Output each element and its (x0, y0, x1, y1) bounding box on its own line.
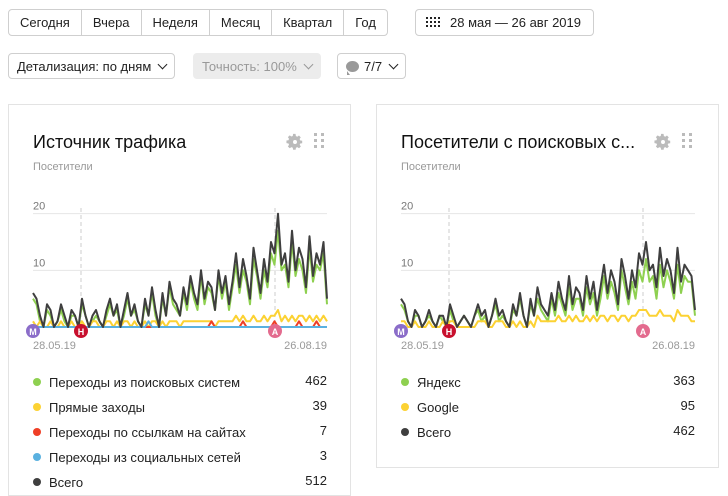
event-marker-label: Н (78, 327, 85, 337)
detail-label: Детализация: по дням (17, 58, 152, 74)
date-range-label: 28 мая — 26 авг 2019 (450, 15, 581, 30)
legend-label: Переходы из социальных сетей (49, 449, 241, 465)
event-marker-label: М (397, 327, 405, 337)
date-range-button[interactable]: 28 мая — 26 авг 2019 (415, 9, 594, 36)
period-tab[interactable]: Вчера (82, 10, 142, 35)
legend-value: 462 (673, 423, 695, 438)
y-tick-label: 10 (401, 257, 413, 269)
y-tick-label: 20 (401, 201, 413, 213)
legend-color-dot (33, 453, 41, 461)
legend-color-dot (33, 403, 41, 411)
legend-value: 512 (305, 473, 327, 488)
chevron-down-icon (388, 59, 399, 69)
chevron-down-icon (303, 59, 314, 69)
legend-color-dot (401, 428, 409, 436)
y-tick-label: 20 (33, 201, 45, 213)
series-line (400, 241, 696, 328)
x-tick-label: 26.08.19 (652, 340, 695, 352)
period-tab[interactable]: Квартал (272, 10, 345, 35)
legend-item[interactable]: Прямые заходы (33, 398, 145, 416)
event-marker-label: Н (446, 327, 453, 337)
legend-item[interactable]: Яндекс (401, 373, 461, 391)
legend-color-dot (33, 428, 41, 436)
event-marker-label: А (272, 327, 279, 337)
chevron-down-icon (157, 59, 168, 69)
annotations-dropdown[interactable]: 7/7 (337, 53, 407, 79)
legend-color-dot (401, 403, 409, 411)
legend-value: 7 (319, 423, 327, 438)
legend-value: 462 (305, 373, 327, 388)
period-tab[interactable]: Месяц (210, 10, 273, 35)
period-tab[interactable]: Сегодня (9, 10, 82, 35)
legend-color-dot (33, 378, 41, 386)
y-tick-label: 10 (33, 257, 45, 269)
traffic-source-widget: Источник трафика Посетители 10 20 М Н А 28.05… (8, 104, 351, 496)
legend-label: Яндекс (417, 374, 461, 390)
legend-item[interactable]: Переходы из социальных сетей (33, 448, 241, 466)
legend-item[interactable]: Всего (33, 473, 83, 491)
legend-item[interactable]: Переходы по ссылкам на сайтах (33, 423, 246, 441)
period-selector: Сегодня Вчера Неделя Месяц Квартал Год (8, 9, 388, 36)
calendar-icon (426, 16, 440, 29)
legend-item[interactable]: Google (401, 398, 459, 416)
detail-dropdown[interactable]: Детализация: по дням (8, 53, 176, 79)
legend-value: 39 (312, 398, 327, 413)
legend-item[interactable]: Переходы из поисковых систем (33, 373, 240, 391)
period-tab[interactable]: Неделя (142, 10, 210, 35)
search-visitors-widget: Посетители с поисковых с... Посетители 1… (376, 104, 719, 468)
legend-value: 363 (673, 373, 695, 388)
legend-label: Переходы по ссылкам на сайтах (49, 424, 246, 440)
legend-color-dot (33, 478, 41, 486)
search-visitors-chart: 10 20 М Н А 28.05.19 26.08.19 (394, 201, 696, 352)
accuracy-dropdown[interactable]: Точность: 100% (193, 53, 321, 79)
legend-value: 95 (680, 398, 695, 413)
legend-item[interactable]: Всего (401, 423, 451, 441)
event-marker-label: А (640, 327, 647, 337)
comment-icon (346, 60, 359, 75)
legend-value: 3 (319, 448, 327, 463)
legend-label: Google (417, 399, 459, 415)
x-tick-label: 26.08.19 (284, 340, 327, 352)
event-marker-label: М (29, 327, 37, 337)
legend-color-dot (401, 378, 409, 386)
legend-label: Всего (417, 424, 452, 440)
legend-label: Всего (49, 474, 84, 490)
period-tabs: Сегодня Вчера Неделя Месяц Квартал Год (8, 9, 388, 36)
x-tick-label: 28.05.19 (33, 340, 76, 352)
legend-label: Переходы из поисковых систем (49, 374, 241, 390)
accuracy-label: Точность: 100% (202, 58, 297, 74)
x-tick-label: 28.05.19 (401, 340, 444, 352)
legend-label: Прямые заходы (49, 399, 146, 415)
annotations-label: 7/7 (364, 58, 383, 74)
period-tab[interactable]: Год (344, 10, 387, 35)
traffic-source-chart: 10 20 М Н А 28.05.19 26.08.19 (26, 201, 328, 352)
